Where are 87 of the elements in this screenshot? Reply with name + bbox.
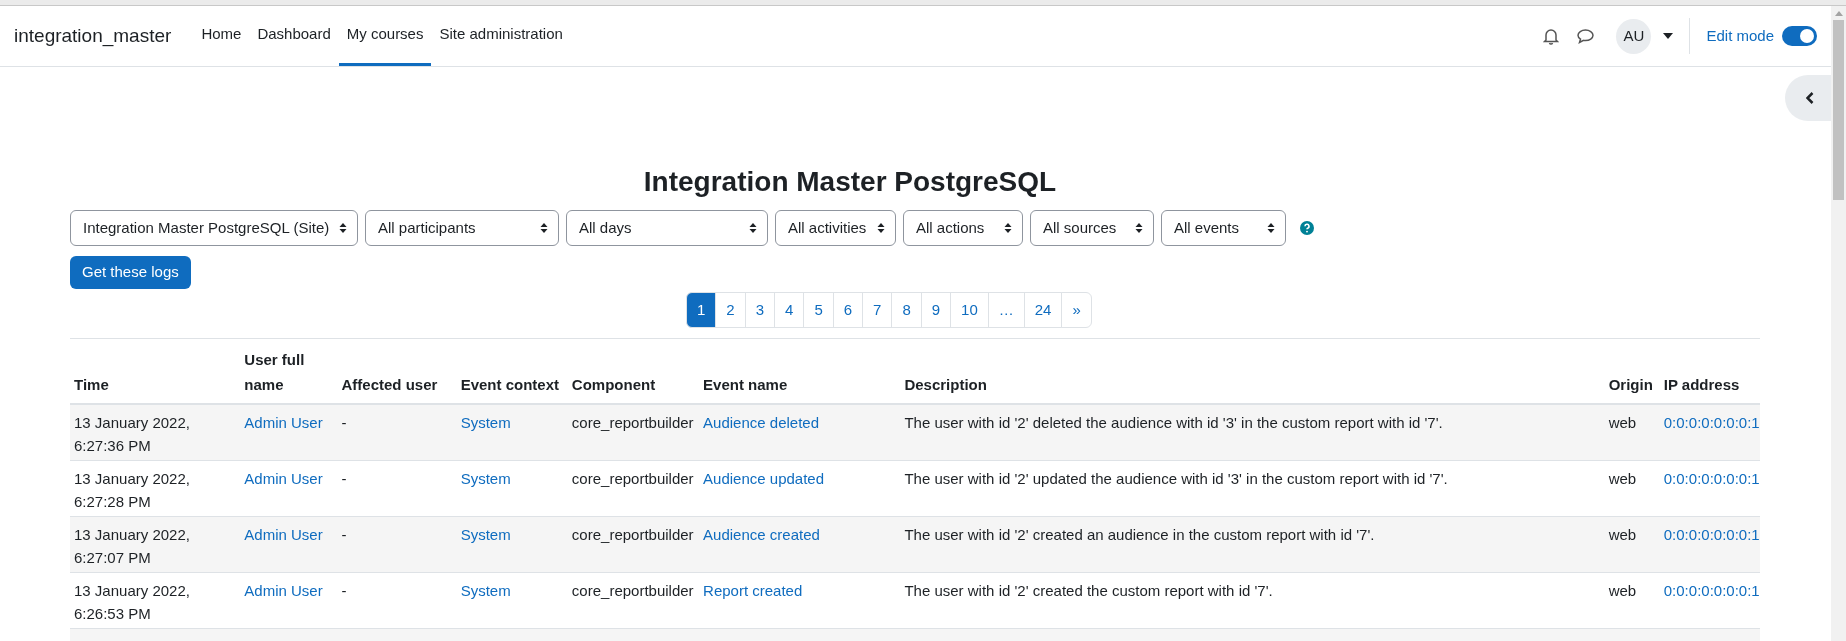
page-link[interactable]: 8 bbox=[891, 292, 922, 328]
user-link[interactable]: Admin User bbox=[244, 414, 323, 431]
event-name-link[interactable]: Audience deleted bbox=[703, 414, 819, 431]
sort-arrows-icon bbox=[339, 222, 347, 234]
page-title: Integration Master PostgreSQL bbox=[642, 165, 1058, 199]
table-cell: core_reportbuilder bbox=[567, 460, 700, 516]
page-link[interactable]: » bbox=[1061, 292, 1092, 328]
filter-select[interactable]: All participants bbox=[365, 210, 559, 246]
filter-select[interactable]: All activities bbox=[775, 210, 896, 246]
table-cell: 13 January 2022, 6:27:28 PM bbox=[70, 460, 241, 516]
table-cell: The user with id '2' deleted the audience with id '3' in the custom report with id '7'. bbox=[900, 404, 1605, 460]
page-link[interactable]: … bbox=[987, 292, 1025, 328]
context-link[interactable]: System bbox=[460, 469, 511, 487]
ip-address-link[interactable]: 0:0:0:0:0:0:0:1 bbox=[1663, 525, 1760, 543]
column-header: Component bbox=[567, 338, 700, 404]
table-cell: 13 January 2022, 6:26:53 PM bbox=[70, 572, 241, 628]
context-link[interactable]: System bbox=[460, 525, 511, 543]
chevron-left-icon bbox=[1806, 92, 1814, 104]
nav-link[interactable]: Dashboard bbox=[249, 6, 339, 66]
user-link[interactable]: Admin User bbox=[244, 469, 323, 487]
table-cell: The user with id '2' created an audience in the custom report with id '7'. bbox=[900, 516, 1605, 572]
sort-arrows-icon bbox=[1135, 222, 1143, 234]
column-header: Description bbox=[900, 338, 1605, 404]
table-cell: The user with id '2' updated the audience with id '3' in the custom report with id '7'. bbox=[900, 460, 1605, 516]
scrollbar-thumb[interactable] bbox=[1833, 20, 1844, 200]
sort-arrows-icon bbox=[877, 222, 885, 234]
nav-link[interactable]: My courses bbox=[338, 6, 432, 66]
table-cell: - bbox=[337, 572, 457, 628]
drawer-toggle-button[interactable] bbox=[1785, 75, 1831, 121]
column-header: Time bbox=[70, 338, 241, 404]
table-cell: core_reportbuilder bbox=[567, 404, 700, 460]
user-avatar[interactable]: AU bbox=[1616, 18, 1652, 54]
nav-link[interactable]: Site administration bbox=[431, 6, 571, 66]
user-link[interactable]: Admin User bbox=[244, 525, 323, 543]
site-name: integration_master bbox=[14, 23, 172, 49]
chat-bubble-icon[interactable] bbox=[1577, 28, 1595, 44]
page-link[interactable]: 4 bbox=[774, 292, 805, 328]
page-link[interactable]: 5 bbox=[803, 292, 834, 328]
column-header: Event context bbox=[456, 338, 568, 404]
edit-mode-label: Edit mode bbox=[1706, 25, 1774, 46]
nav-link[interactable]: Home bbox=[193, 6, 250, 66]
table-cell: core_reportbuilder bbox=[567, 572, 700, 628]
filter-select[interactable]: All days bbox=[566, 210, 768, 246]
filter-select[interactable]: All events bbox=[1161, 210, 1286, 246]
filter-select[interactable]: Integration Master PostgreSQL (Site) bbox=[70, 210, 358, 246]
column-header: IP address bbox=[1659, 338, 1760, 404]
column-header: Origin bbox=[1604, 338, 1660, 404]
caret-down-icon[interactable] bbox=[1663, 33, 1674, 39]
table-cell: 13 January 2022, 6:27:07 PM bbox=[70, 516, 241, 572]
filter-select[interactable]: All actions bbox=[903, 210, 1023, 246]
table-cell: core_reportbuilder bbox=[567, 516, 700, 572]
bell-icon[interactable] bbox=[1543, 27, 1560, 45]
user-link[interactable]: Admin User bbox=[244, 581, 323, 599]
table-cell: web bbox=[1604, 516, 1660, 572]
table-cell: - bbox=[337, 404, 457, 460]
ip-address-link[interactable]: 0:0:0:0:0:0:0:1 bbox=[1663, 469, 1760, 487]
table-cell: web bbox=[1604, 572, 1660, 628]
event-name-link[interactable]: Audience updated bbox=[703, 469, 824, 487]
filter-select[interactable]: All sources bbox=[1030, 210, 1154, 246]
column-header: User full name bbox=[240, 338, 338, 404]
page-link[interactable]: 24 bbox=[1023, 292, 1063, 328]
sort-arrows-icon bbox=[1004, 222, 1012, 234]
get-logs-button[interactable]: Get these logs bbox=[70, 256, 191, 289]
event-name-link[interactable]: Audience created bbox=[703, 525, 820, 543]
table-cell: The user with id '2' created the custom report with id '7'. bbox=[900, 572, 1605, 628]
page-link[interactable]: 2 bbox=[715, 292, 746, 328]
column-header: Event name bbox=[699, 338, 901, 404]
table-cell: 13 January 2022, 6:27:36 PM bbox=[70, 404, 241, 460]
column-header: Affected user bbox=[337, 338, 457, 404]
sort-arrows-icon bbox=[540, 222, 548, 234]
context-link[interactable]: System bbox=[460, 581, 511, 599]
table-cell: - bbox=[337, 460, 457, 516]
event-name-link[interactable]: Report created bbox=[703, 581, 803, 599]
page-link[interactable]: 1 bbox=[686, 292, 717, 328]
help-icon[interactable] bbox=[1300, 221, 1314, 235]
table-cell: web bbox=[1604, 404, 1660, 460]
page-link[interactable]: 7 bbox=[862, 292, 893, 328]
ip-address-link[interactable]: 0:0:0:0:0:0:0:1 bbox=[1663, 581, 1760, 599]
page-link[interactable]: 10 bbox=[950, 292, 989, 328]
scrollbar[interactable] bbox=[1831, 6, 1846, 641]
table-cell: - bbox=[337, 516, 457, 572]
context-link[interactable]: System bbox=[460, 414, 511, 431]
sort-arrows-icon bbox=[1267, 222, 1275, 234]
ip-address-link[interactable]: 0:0:0:0:0:0:0:1 bbox=[1663, 414, 1760, 431]
table-cell: web bbox=[1604, 460, 1660, 516]
sort-arrows-icon bbox=[749, 222, 757, 234]
edit-mode-switch[interactable] bbox=[1782, 26, 1817, 46]
